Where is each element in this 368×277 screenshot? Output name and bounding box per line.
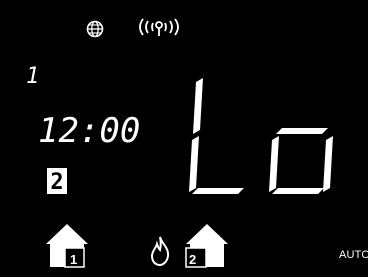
clock-time-display: 12:00 bbox=[38, 111, 140, 146]
setpoint-display: Lo bbox=[176, 78, 333, 194]
globe-icon bbox=[86, 20, 104, 38]
house-2-label: 2 bbox=[189, 252, 197, 267]
flame-icon bbox=[150, 236, 170, 266]
secondary-zone-display: 2 bbox=[47, 168, 67, 194]
clock-time-text: 12:00 bbox=[38, 111, 140, 146]
thermostat-lcd-display: 1 12:00 Lo 2 1 bbox=[0, 0, 368, 277]
house-icon bbox=[46, 224, 88, 268]
house-1-label: 1 bbox=[70, 252, 78, 267]
mode-label: AUTO bbox=[339, 249, 368, 261]
antenna-icon bbox=[139, 18, 179, 36]
setpoint-text: Lo bbox=[176, 78, 194, 82]
secondary-zone-text: 2 bbox=[50, 170, 63, 194]
zone-number: 1 bbox=[26, 64, 40, 89]
